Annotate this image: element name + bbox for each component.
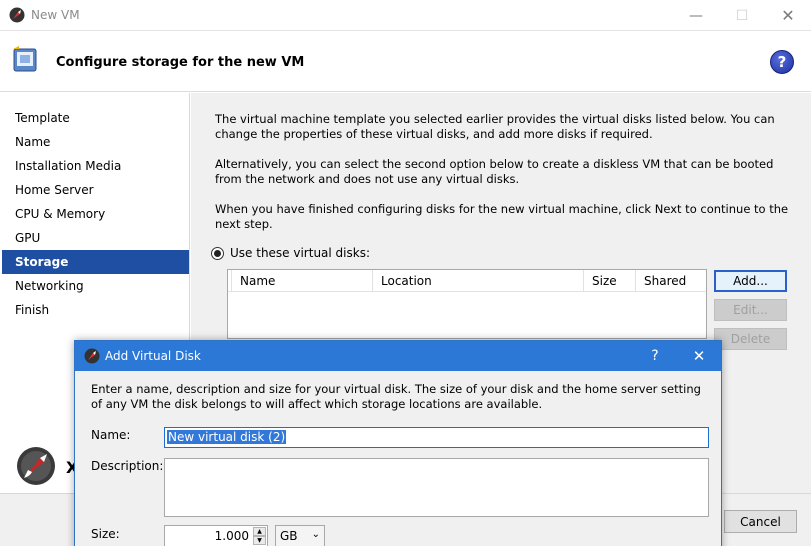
page-title: Configure storage for the new VM	[56, 55, 305, 70]
column-header-name[interactable]: Name	[232, 270, 373, 291]
next-paragraph: When you have finished configuring disks…	[215, 202, 789, 231]
intro-paragraph: The virtual machine template you selecte…	[215, 112, 775, 141]
nav-item-gpu[interactable]: GPU	[2, 226, 189, 250]
disk-name-value: New virtual disk (2)	[167, 430, 287, 444]
diskless-paragraph: Alternatively, you can select the second…	[215, 157, 774, 186]
name-label: Name:	[91, 428, 131, 442]
spin-down-icon[interactable]: ▼	[253, 536, 266, 545]
size-unit-value: GB	[280, 529, 298, 543]
nav-item-template[interactable]: Template	[2, 106, 189, 130]
nav-item-finish[interactable]: Finish	[2, 298, 189, 322]
dialog-close-button[interactable]: ✕	[677, 341, 721, 371]
disk-name-input[interactable]: New virtual disk (2)	[164, 427, 709, 448]
add-disk-button[interactable]: Add...	[714, 270, 787, 292]
nav-item-networking[interactable]: Networking	[2, 274, 189, 298]
chevron-down-icon: ⌄	[311, 529, 320, 540]
disk-size-value: 1.000	[214, 529, 249, 543]
dialog-description: Enter a name, description and size for y…	[91, 382, 701, 411]
disk-size-stepper[interactable]: 1.000 ▲ ▼	[164, 525, 268, 546]
spin-up-icon[interactable]: ▲	[253, 527, 266, 536]
help-button[interactable]: ?	[770, 50, 794, 74]
nav-item-home-server[interactable]: Home Server	[2, 178, 189, 202]
xencenter-logo-icon	[84, 348, 100, 364]
use-virtual-disks-radio[interactable]	[211, 246, 224, 260]
size-unit-select[interactable]: GB ⌄	[275, 525, 325, 546]
minimize-button[interactable]: —	[673, 0, 719, 31]
window-titlebar: New VM — ☐ ✕	[0, 0, 811, 31]
size-spinner: ▲ ▼	[253, 527, 266, 545]
size-label: Size:	[91, 527, 120, 541]
use-virtual-disks-label: Use these virtual disks:	[230, 246, 371, 260]
description-label: Description:	[91, 459, 164, 473]
column-header-size[interactable]: Size	[584, 270, 636, 291]
use-virtual-disks-option[interactable]: Use these virtual disks:	[211, 246, 370, 260]
wizard-header: Configure storage for the new VM ?	[0, 32, 811, 92]
nav-item-installation-media[interactable]: Installation Media	[2, 154, 189, 178]
column-header-location[interactable]: Location	[373, 270, 584, 291]
delete-disk-button[interactable]: Delete	[714, 328, 787, 350]
wizard-monitor-icon	[13, 46, 37, 72]
xencenter-logo-icon	[17, 447, 55, 485]
table-header: Name Location Size Shared	[228, 270, 706, 292]
cancel-button[interactable]: Cancel	[724, 510, 797, 533]
nav-item-storage[interactable]: Storage	[2, 250, 189, 274]
edit-disk-button[interactable]: Edit...	[714, 299, 787, 321]
maximize-button[interactable]: ☐	[719, 0, 765, 31]
nav-item-name[interactable]: Name	[2, 130, 189, 154]
close-button[interactable]: ✕	[765, 0, 811, 31]
dialog-titlebar: Add Virtual Disk ? ✕	[75, 341, 721, 371]
add-virtual-disk-dialog: Add Virtual Disk ? ✕ Enter a name, descr…	[74, 340, 722, 546]
virtual-disks-table[interactable]: Name Location Size Shared	[227, 269, 707, 339]
xencenter-logo-icon	[9, 7, 25, 23]
dialog-title: Add Virtual Disk	[105, 349, 201, 363]
disk-description-input[interactable]	[164, 458, 709, 517]
column-header-shared[interactable]: Shared	[636, 270, 706, 291]
dialog-help-button[interactable]: ?	[633, 341, 677, 371]
nav-item-cpu-memory[interactable]: CPU & Memory	[2, 202, 189, 226]
window-title: New VM	[31, 8, 80, 22]
